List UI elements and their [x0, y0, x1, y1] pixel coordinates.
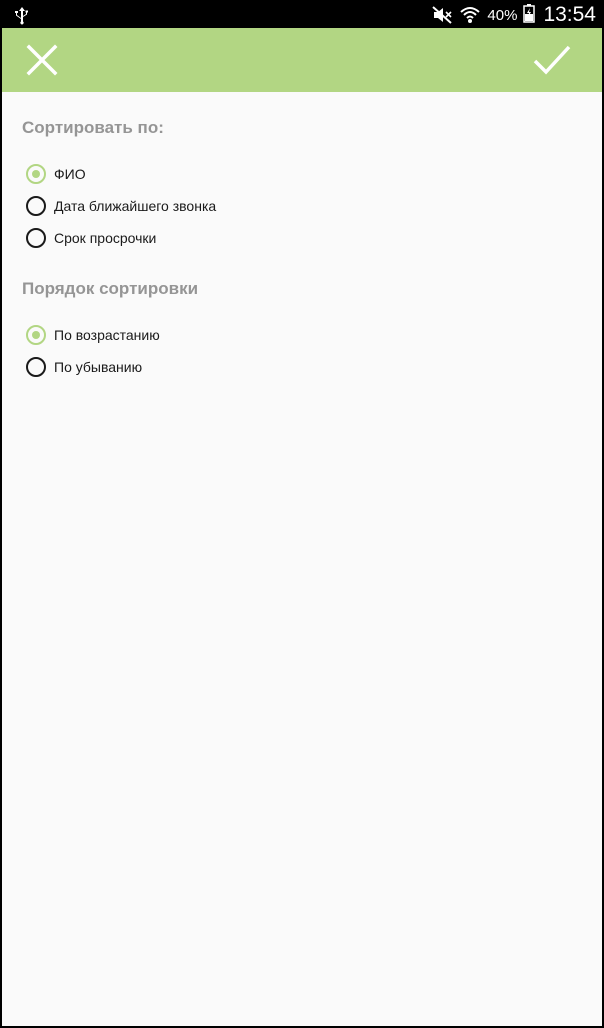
radio-button-checked[interactable] — [26, 325, 46, 345]
sort-by-option-fio[interactable]: ФИО — [26, 161, 86, 187]
sort-by-option-next-call-date[interactable]: Дата ближайшего звонка — [26, 193, 216, 219]
confirm-button[interactable] — [532, 40, 572, 80]
option-label: Дата ближайшего звонка — [54, 198, 217, 214]
status-bar: 40% 13:54 — [2, 2, 602, 28]
option-label: По убыванию — [54, 359, 143, 375]
option-label: ФИО — [54, 166, 86, 182]
radio-button[interactable] — [26, 357, 46, 377]
checkmark-icon — [533, 45, 571, 75]
clock: 13:54 — [543, 3, 596, 26]
radio-button[interactable] — [26, 228, 46, 248]
sort-settings: Сортировать по: ФИО Дата ближайшего звон… — [2, 92, 602, 1026]
option-label: По возрастанию — [54, 327, 160, 343]
close-button[interactable] — [22, 40, 62, 80]
close-icon — [26, 44, 58, 76]
mute-icon — [431, 5, 453, 25]
battery-icon — [523, 3, 536, 28]
toolbar — [2, 28, 602, 92]
battery-percent: 40% — [487, 6, 518, 24]
radio-button[interactable] — [26, 196, 46, 216]
screen: 40% 13:54 Сортировать по: ФИО Дата ближа… — [0, 0, 604, 1028]
sort-by-option-overdue-period[interactable]: Срок просрочки — [26, 225, 156, 251]
radio-button-checked[interactable] — [26, 164, 46, 184]
sort-order-title: Порядок сортировки — [22, 279, 199, 298]
sort-order-option-descending[interactable]: По убыванию — [26, 354, 142, 380]
wifi-icon — [459, 5, 481, 25]
usb-icon — [12, 5, 32, 25]
sort-order-option-ascending[interactable]: По возрастанию — [26, 322, 160, 348]
option-label: Срок просрочки — [54, 230, 157, 246]
status-icons: 40% 13:54 — [431, 2, 596, 28]
sort-by-title: Сортировать по: — [22, 118, 164, 137]
